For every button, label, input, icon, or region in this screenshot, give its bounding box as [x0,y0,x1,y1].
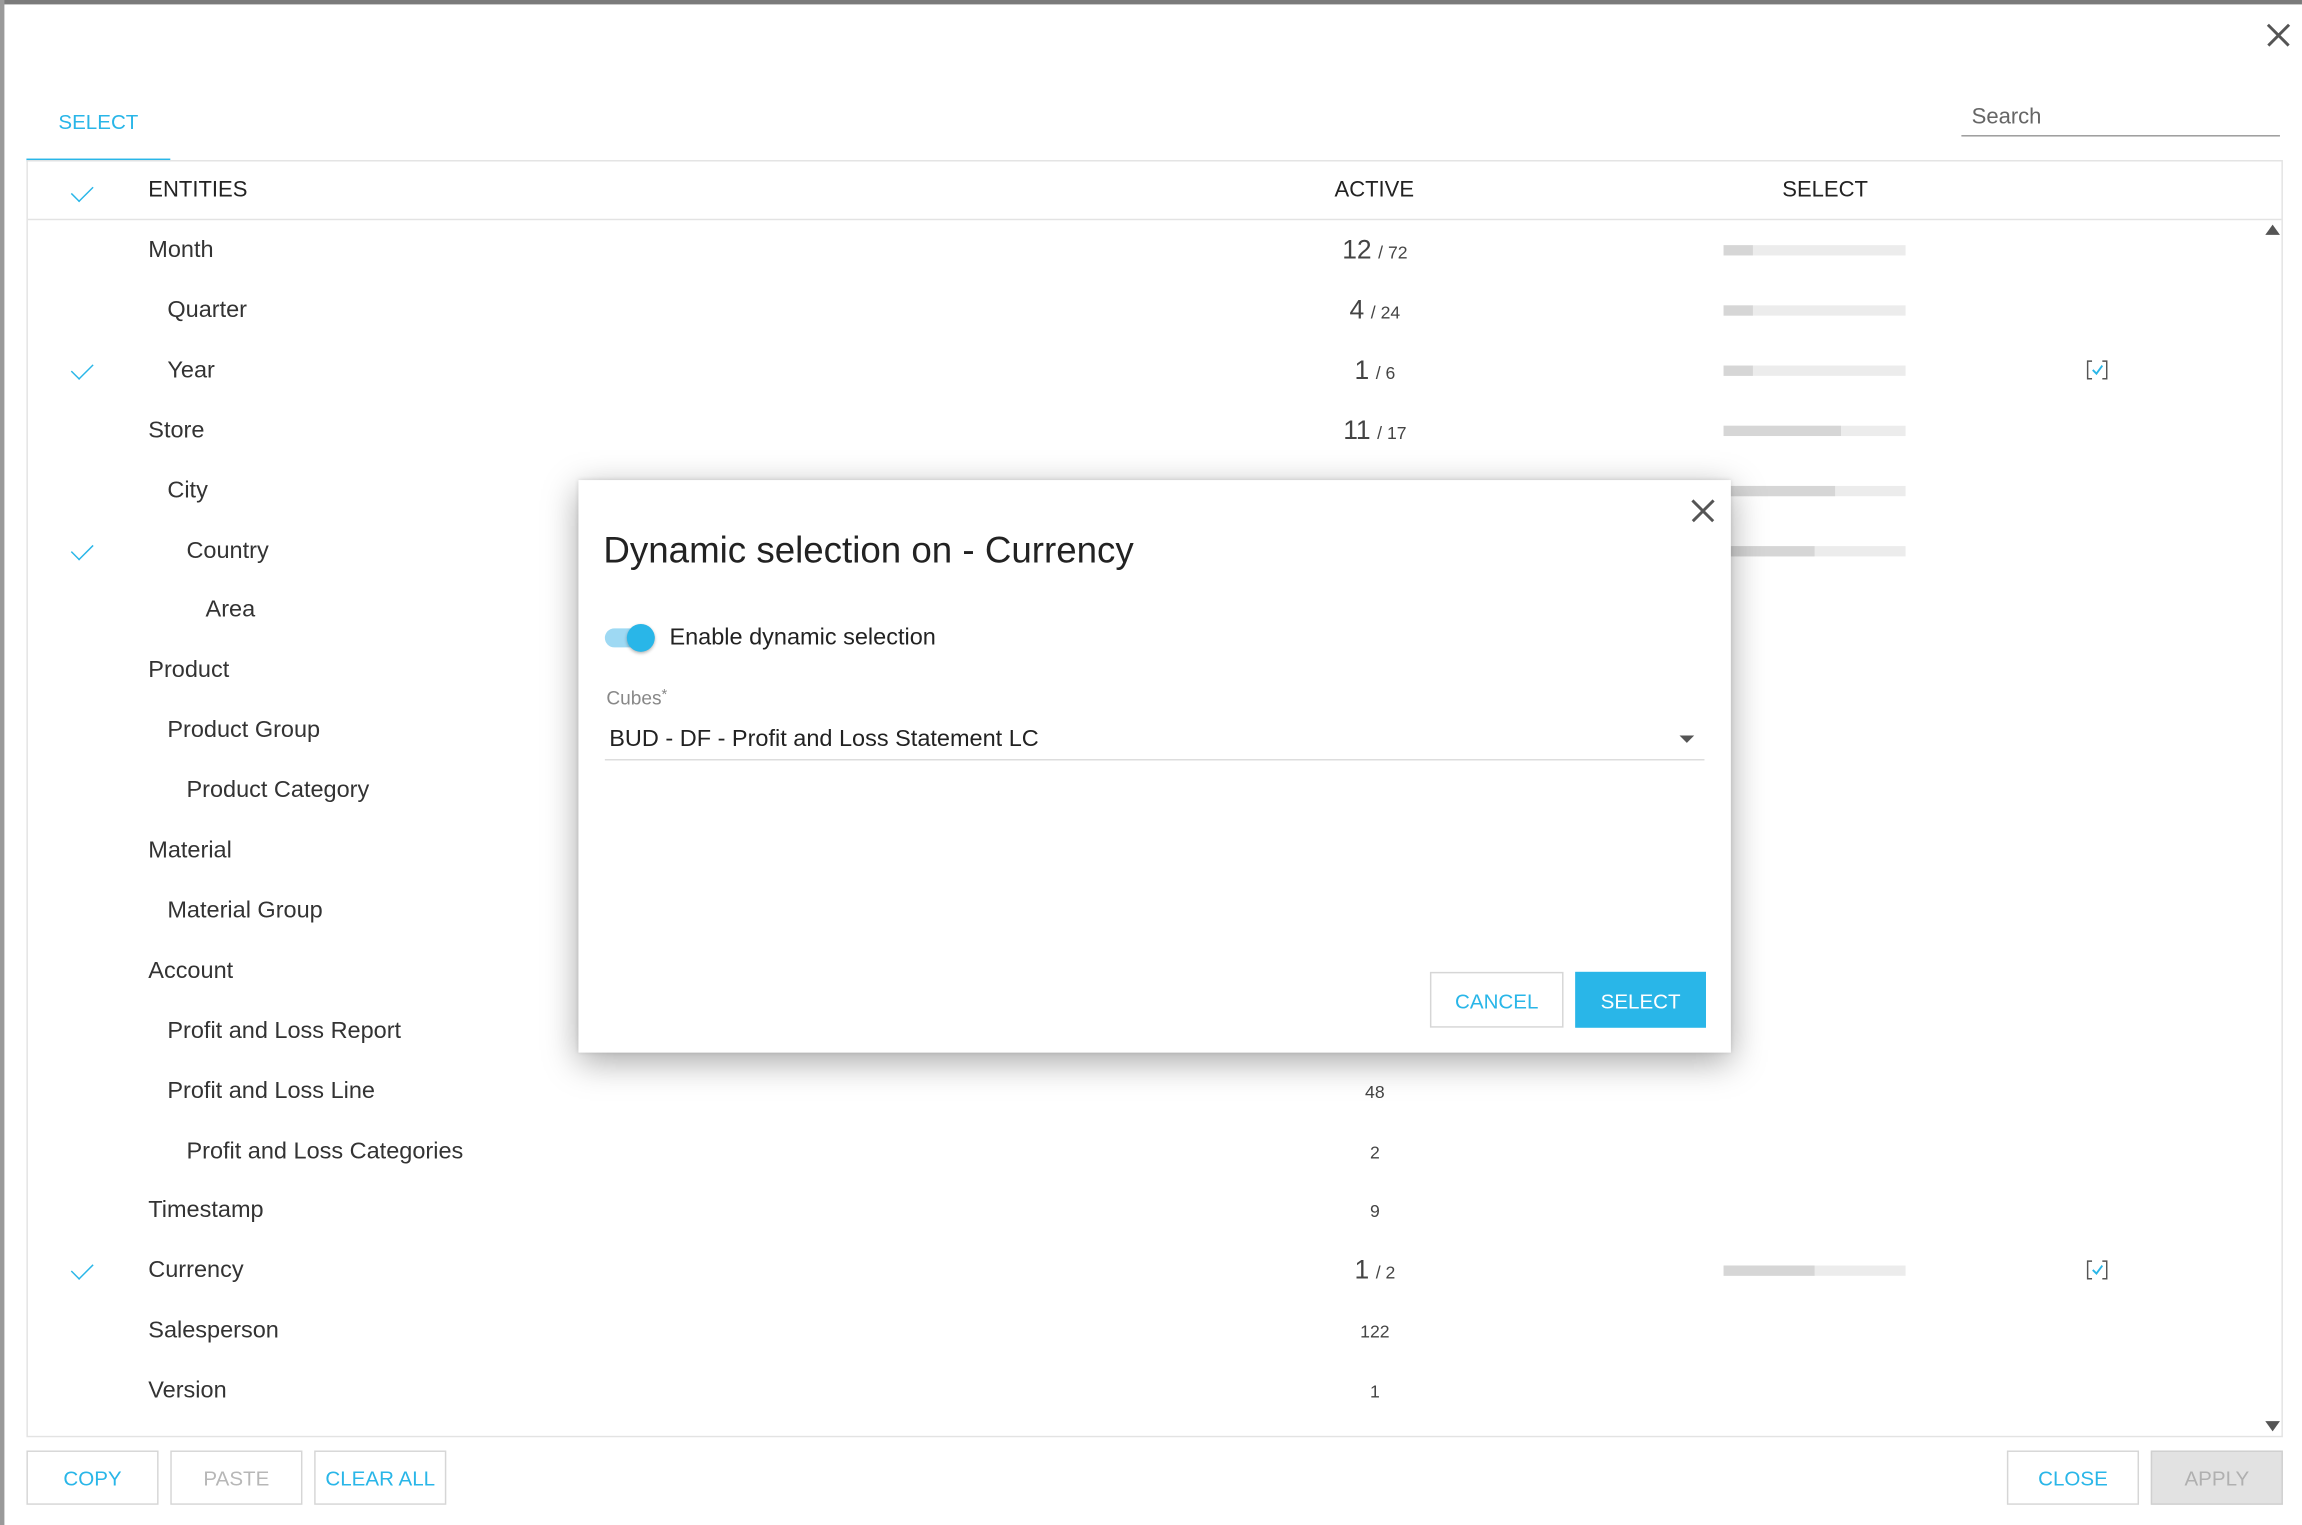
cubes-select[interactable]: BUD - DF - Profit and Loss Statement LC [604,721,1705,761]
dialog-select-button[interactable]: SELECT [1575,971,1706,1028]
enable-dynamic-toggle[interactable] [604,623,655,652]
required-mark: * [661,687,668,704]
toggle-label: Enable dynamic selection [669,625,936,651]
dialog-close-icon[interactable] [1690,498,1716,524]
chevron-down-icon [1679,735,1695,743]
dynamic-selection-dialog: Dynamic selection on - Currency Enable d… [578,480,1731,1053]
cubes-label-text: Cubes [606,687,662,710]
cubes-label: Cubes* [606,687,667,709]
cubes-select-value: BUD - DF - Profit and Loss Statement LC [609,726,1039,752]
toggle-knob [626,623,655,652]
app-root: SELECT ENTITIES ACTIVE SELECT Month12 / … [0,0,2302,1525]
dialog-title: Dynamic selection on - Currency [603,529,1134,572]
cancel-button[interactable]: CANCEL [1429,971,1564,1028]
